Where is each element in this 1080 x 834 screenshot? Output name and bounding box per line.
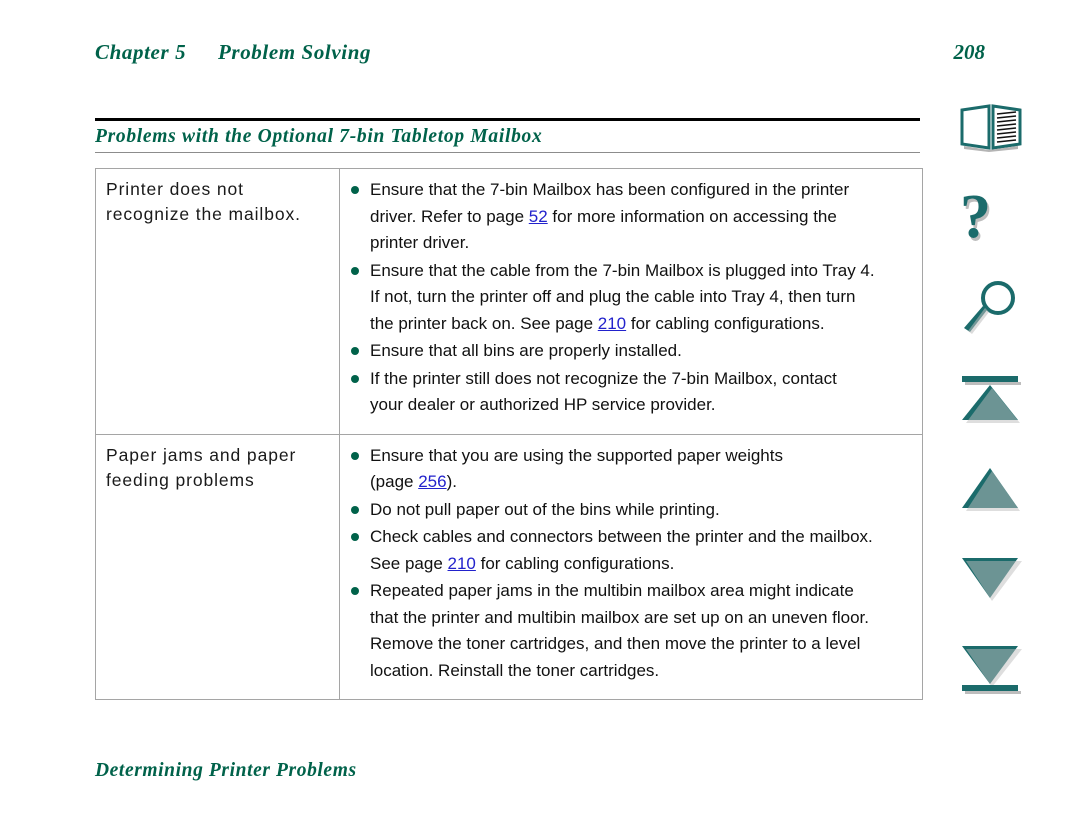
table-row: Paper jams and paper feeding problems En… xyxy=(95,433,923,700)
solution-bullet: If the printer still does not recognize … xyxy=(344,366,914,419)
problem-label: Printer does not recognize the mailbox. xyxy=(106,179,301,224)
bullet-line: Ensure that all bins are properly instal… xyxy=(370,338,914,365)
solution-bullet: Ensure that all bins are properly instal… xyxy=(344,338,914,365)
table-row: Printer does not recognize the mailbox. … xyxy=(95,168,923,435)
bullet-text: Ensure that the 7-bin Mailbox has been c… xyxy=(370,180,850,199)
bullet-dot-icon xyxy=(351,374,359,383)
bullet-text: If the printer still does not recognize … xyxy=(370,368,837,388)
previous-page-icon xyxy=(962,468,1020,511)
help-button[interactable]: ? xyxy=(950,183,1034,251)
bullet-text: Remove the toner cartridges, and then mo… xyxy=(370,634,861,653)
bullet-text: for more information on accessing the xyxy=(547,206,837,226)
bullet-line: printer driver. xyxy=(370,230,914,257)
bullet-text: printer driver. xyxy=(370,233,470,252)
last-page-icon xyxy=(962,646,1022,694)
bullet-line: your dealer or authorized HP service pro… xyxy=(370,392,914,419)
bullet-line: See page 210 for cabling configurations. xyxy=(370,551,914,578)
bullet-line: Repeated paper jams in the multibin mail… xyxy=(370,578,914,605)
bullet-line: Check cables and connectors between the … xyxy=(370,524,914,551)
bullet-text: Repeated paper jams in the multibin mail… xyxy=(370,581,854,600)
solution-list-1: Ensure that you are using the supported … xyxy=(340,435,922,700)
bullet-text: the printer back on. See page xyxy=(370,313,598,333)
heading-rule-bottom xyxy=(95,152,920,153)
bullet-text: for cabling configurations. xyxy=(626,313,825,333)
search-button[interactable] xyxy=(950,280,1034,338)
chapter-title: Problem Solving xyxy=(218,40,372,64)
bullet-line: Do not pull paper out of the bins while … xyxy=(370,497,914,524)
bullet-text: driver. Refer to page xyxy=(370,206,529,226)
bullet-line: Ensure that the 7-bin Mailbox has been c… xyxy=(370,177,914,204)
book-icon xyxy=(960,104,1022,152)
page-reference-link[interactable]: 210 xyxy=(448,554,476,573)
contents-button[interactable] xyxy=(950,100,1034,158)
bullet-text: Check cables and connectors between the … xyxy=(370,527,873,546)
bullet-text: (page xyxy=(370,472,419,491)
bullet-text: ). xyxy=(446,472,457,491)
section-heading-block: Problems with the Optional 7-bin Tableto… xyxy=(95,118,920,153)
bullet-text: See page xyxy=(370,553,448,573)
bullet-text: Ensure that the cable from the 7-bin Mai… xyxy=(370,260,875,280)
solution-bullet: Ensure that you are using the supported … xyxy=(344,443,914,496)
bullet-line: location. Reinstall the toner cartridges… xyxy=(370,658,914,685)
solution-bullet: Do not pull paper out of the bins while … xyxy=(344,497,914,524)
footer-link[interactable]: Determining Printer Problems xyxy=(95,760,357,782)
chapter-label: Chapter 5 xyxy=(95,40,187,64)
table-cell-problem: Paper jams and paper feeding problems xyxy=(95,433,340,700)
bullet-dot-icon xyxy=(351,266,359,275)
page-reference-link[interactable]: 52 xyxy=(529,207,548,226)
bullet-line: If the printer still does not recognize … xyxy=(370,366,914,393)
page-reference-link[interactable]: 256 xyxy=(418,472,446,491)
table-cell-solutions: Ensure that you are using the supported … xyxy=(339,433,923,700)
section-heading: Problems with the Optional 7-bin Tableto… xyxy=(95,126,543,147)
bullet-dot-icon xyxy=(351,186,359,194)
bullet-text: Ensure that all bins are properly instal… xyxy=(370,341,682,360)
problem-label: Paper jams and paper feeding problems xyxy=(106,444,297,490)
first-page-icon xyxy=(962,376,1021,423)
bullet-line: Ensure that the cable from the 7-bin Mai… xyxy=(370,258,914,285)
next-page-button[interactable] xyxy=(950,550,1034,608)
bullet-text: location. Reinstall the toner cartridges… xyxy=(370,660,660,680)
solution-bullet: Ensure that the cable from the 7-bin Mai… xyxy=(344,258,914,338)
page-reference-link[interactable]: 210 xyxy=(598,314,626,333)
bullet-line: If not, turn the printer off and plug th… xyxy=(370,284,914,311)
question-mark-icon: ? xyxy=(960,183,991,251)
magnifying-glass-icon xyxy=(964,281,1015,334)
table-body: Printer does not recognize the mailbox. … xyxy=(95,168,923,700)
bullet-dot-icon xyxy=(351,533,359,541)
bullet-text: that the printer and multibin mailbox ar… xyxy=(370,607,869,627)
bullet-line: (page 256). xyxy=(370,469,914,496)
page-number: 208 xyxy=(953,40,986,64)
bullet-text: for cabling configurations. xyxy=(475,553,675,573)
navigation-rail: ? xyxy=(948,100,1048,730)
bullet-dot-icon xyxy=(351,451,359,460)
troubleshooting-table: Printer does not recognize the mailbox. … xyxy=(95,168,923,700)
solution-bullet: Check cables and connectors between the … xyxy=(344,524,914,577)
table-cell-solutions: Ensure that the 7-bin Mailbox has been c… xyxy=(339,168,923,435)
running-head: Chapter 5 Problem Solving 208 xyxy=(95,40,985,72)
solution-list-0: Ensure that the 7-bin Mailbox has been c… xyxy=(340,169,922,434)
bullet-line: driver. Refer to page 52 for more inform… xyxy=(370,204,914,231)
last-page-button[interactable] xyxy=(950,640,1034,698)
bullet-text: your dealer or authorized HP service pro… xyxy=(370,395,716,414)
bullet-dot-icon xyxy=(351,347,359,355)
bullet-line: Remove the toner cartridges, and then mo… xyxy=(370,631,914,658)
bullet-text: Ensure that you are using the supported … xyxy=(370,445,783,465)
solution-bullet: Repeated paper jams in the multibin mail… xyxy=(344,578,914,684)
bullet-line: that the printer and multibin mailbox ar… xyxy=(370,605,914,632)
previous-page-button[interactable] xyxy=(950,460,1034,518)
bullet-dot-icon xyxy=(351,587,359,595)
next-page-icon xyxy=(962,558,1022,601)
first-page-button[interactable] xyxy=(950,370,1034,428)
bullet-text: If not, turn the printer off and plug th… xyxy=(370,287,856,306)
bullet-dot-icon xyxy=(351,505,359,514)
bullet-line: the printer back on. See page 210 for ca… xyxy=(370,311,914,338)
solution-bullet: Ensure that the 7-bin Mailbox has been c… xyxy=(344,177,914,257)
table-cell-problem: Printer does not recognize the mailbox. xyxy=(95,168,340,435)
bullet-text: Do not pull paper out of the bins while … xyxy=(370,499,720,519)
bullet-line: Ensure that you are using the supported … xyxy=(370,443,914,470)
